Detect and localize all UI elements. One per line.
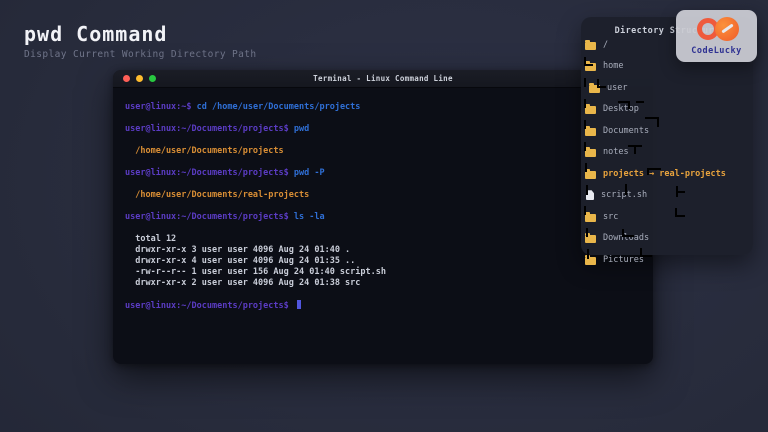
terminal-line bbox=[125, 223, 643, 234]
tree-connector-line bbox=[584, 206, 586, 215]
terminal-line: /home/user/Documents/projects bbox=[125, 146, 643, 157]
tree-connector-line bbox=[647, 168, 661, 175]
tree-connector-line bbox=[618, 101, 630, 109]
terminal-text-cmd: pwd bbox=[294, 124, 309, 134]
tree-connector-line bbox=[584, 120, 586, 129]
tree-connector-line bbox=[678, 191, 685, 193]
folder-icon bbox=[585, 128, 596, 136]
terminal-line: total 12 bbox=[125, 234, 643, 245]
tree-connector-line bbox=[675, 208, 685, 217]
terminal-body[interactable]: user@linux:~$ cd /home/user/Documents/pr… bbox=[113, 88, 653, 312]
terminal-text-prompt: user@linux:~/Documents/projects$ bbox=[125, 212, 294, 222]
tree-item-projects: projects → real-projects bbox=[585, 163, 755, 185]
tree-item-Pictures: Pictures bbox=[585, 249, 755, 271]
terminal-text-cmd: pwd -P bbox=[294, 168, 325, 178]
terminal-line: -rw-r--r-- 1 user user 156 Aug 24 01:40 … bbox=[125, 267, 643, 278]
folder-icon bbox=[585, 214, 596, 222]
tree-connector-line bbox=[585, 163, 587, 172]
tree-item-Documents: Documents bbox=[585, 120, 755, 142]
tree-item-script.sh: script.sh bbox=[585, 185, 755, 207]
tree-connector-line bbox=[645, 117, 659, 127]
terminal-line: user@linux:~/Documents/projects$ ls -la bbox=[125, 212, 643, 223]
tree-connector-line bbox=[625, 184, 627, 195]
tree-connector-line bbox=[586, 228, 588, 237]
folder-icon bbox=[585, 42, 596, 50]
infinity-logo-icon bbox=[695, 17, 739, 41]
terminal-line: user@linux:~/Documents/projects$ bbox=[125, 300, 643, 312]
terminal-line: user@linux:~/Documents/projects$ pwd -P bbox=[125, 168, 643, 179]
folder-icon bbox=[585, 149, 596, 157]
terminal-text-out: -rw-r--r-- 1 user user 156 Aug 24 01:40 … bbox=[125, 267, 386, 277]
tree-item-label: projects → real-projects bbox=[603, 169, 726, 179]
tree-item-label: user bbox=[607, 83, 627, 93]
tree-connector-line bbox=[622, 229, 634, 237]
tree-item-src: src bbox=[585, 206, 755, 228]
terminal-line: drwxr-xr-x 4 user user 4096 Aug 24 01:35… bbox=[125, 256, 643, 267]
terminal-text-out: drwxr-xr-x 2 user user 4096 Aug 24 01:38… bbox=[125, 278, 360, 288]
terminal-text-cmd: ls -la bbox=[294, 212, 325, 222]
tree-item-label: src bbox=[603, 212, 618, 222]
folder-icon bbox=[585, 106, 596, 114]
terminal-line bbox=[125, 113, 643, 124]
tree-connector-line bbox=[584, 99, 586, 108]
tree-connector-line bbox=[636, 101, 644, 103]
terminal-text-out: drwxr-xr-x 4 user user 4096 Aug 24 01:35… bbox=[125, 256, 355, 266]
terminal-text-cmd: cd /home/user/Documents/projects bbox=[197, 102, 361, 112]
terminal-cursor[interactable] bbox=[297, 300, 301, 309]
terminal-text-out: total 12 bbox=[125, 234, 176, 244]
tree-item-Downloads: Downloads bbox=[585, 228, 755, 250]
tree-connector-line bbox=[584, 78, 586, 87]
terminal-titlebar[interactable]: Terminal - Linux Command Line bbox=[113, 70, 653, 88]
terminal-window-title: Terminal - Linux Command Line bbox=[113, 74, 653, 83]
tree-connector-line bbox=[597, 79, 606, 88]
tree-item-label: / bbox=[603, 40, 608, 50]
tree-connector-line bbox=[634, 146, 636, 154]
page-title: pwd Command bbox=[24, 22, 167, 46]
tree-item-label: Documents bbox=[603, 126, 649, 136]
terminal-line bbox=[125, 289, 643, 300]
tree-connector-line bbox=[584, 57, 593, 66]
terminal-text-prompt: user@linux:~/Documents/projects$ bbox=[125, 168, 294, 178]
terminal-line: user@linux:~$ cd /home/user/Documents/pr… bbox=[125, 102, 643, 113]
terminal-line bbox=[125, 179, 643, 190]
terminal-line: drwxr-xr-x 2 user user 4096 Aug 24 01:38… bbox=[125, 278, 643, 289]
terminal-text-prompt: user@linux:~$ bbox=[125, 102, 197, 112]
tree-connector-line bbox=[587, 249, 589, 259]
terminal-text-path: /home/user/Documents/projects bbox=[125, 146, 284, 156]
tree-item-Desktop: Desktop bbox=[585, 99, 755, 121]
terminal-line bbox=[125, 135, 643, 146]
tree-item-label: notes bbox=[603, 147, 629, 157]
tree-item-user: user bbox=[585, 77, 755, 99]
terminal-text-prompt: user@linux:~/Documents/projects$ bbox=[125, 301, 294, 311]
tree-connector-line bbox=[584, 142, 586, 151]
page-subtitle: Display Current Working Directory Path bbox=[24, 49, 257, 60]
tree-item-label: home bbox=[603, 61, 623, 71]
terminal-window: Terminal - Linux Command Line user@linux… bbox=[113, 70, 653, 364]
tree-connector-line bbox=[640, 248, 652, 257]
tree-connector-line bbox=[586, 185, 588, 195]
terminal-line: drwxr-xr-x 3 user user 4096 Aug 24 01:40… bbox=[125, 245, 643, 256]
terminal-line bbox=[125, 201, 643, 212]
tree-item-label: Pictures bbox=[603, 255, 644, 265]
tree-item-notes: notes bbox=[585, 142, 755, 164]
logo-ring-right bbox=[715, 17, 739, 41]
terminal-line bbox=[125, 157, 643, 168]
terminal-text-path: /home/user/Documents/real-projects bbox=[125, 190, 309, 200]
terminal-text-out: drwxr-xr-x 3 user user 4096 Aug 24 01:40… bbox=[125, 245, 350, 255]
terminal-text-prompt: user@linux:~/Documents/projects$ bbox=[125, 124, 294, 134]
terminal-line: /home/user/Documents/real-projects bbox=[125, 190, 643, 201]
directory-tree: / home user Desktop Documents notes projects →… bbox=[585, 34, 755, 271]
brand-badge: CodeLucky bbox=[676, 10, 757, 62]
brand-name: CodeLucky bbox=[676, 46, 757, 56]
terminal-line: user@linux:~/Documents/projects$ pwd bbox=[125, 124, 643, 135]
